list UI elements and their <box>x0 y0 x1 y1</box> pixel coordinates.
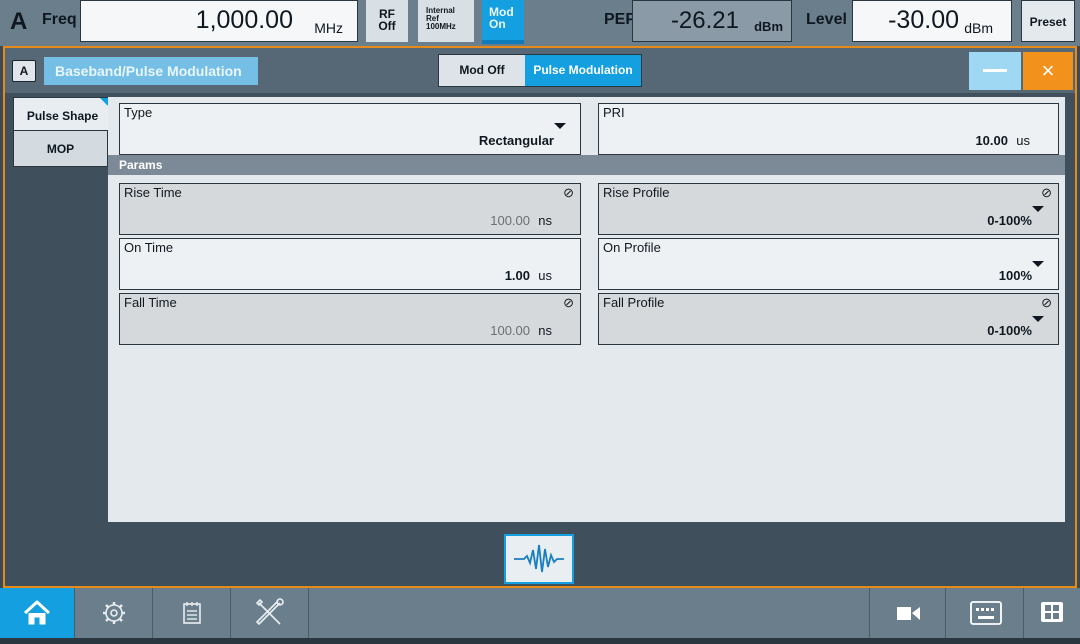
rise-profile-dropdown[interactable]: Rise Profile ⊘ 0-100% <box>598 183 1059 235</box>
modulation-state-switch[interactable]: Mod Off Pulse Modulation <box>438 54 642 87</box>
disabled-icon: ⊘ <box>563 295 574 310</box>
close-button[interactable]: × <box>1023 52 1073 90</box>
fall-time-label: Fall Time <box>124 295 177 310</box>
taskbar <box>0 588 1080 644</box>
level-field[interactable]: -30.00 dBm <box>852 0 1012 42</box>
tab-mop-label: MOP <box>46 142 75 156</box>
tab-mop[interactable]: MOP <box>13 130 108 167</box>
params-section-header: Params <box>108 155 1065 175</box>
pri-label: PRI <box>603 105 625 120</box>
pulse-modulation-option[interactable]: Pulse Modulation <box>525 55 641 86</box>
channel-label: A <box>10 8 28 35</box>
fall-profile-value: 0-100% <box>987 323 1032 338</box>
dialog-channel-badge: A <box>12 60 36 82</box>
fall-profile-label: Fall Profile <box>603 295 665 310</box>
dropdown-arrow-icon <box>554 123 566 129</box>
minimize-button[interactable] <box>969 52 1021 90</box>
on-profile-label: On Profile <box>603 240 661 255</box>
dialog-title-bar: A Baseband/Pulse Modulation Mod Off Puls… <box>5 48 1075 93</box>
type-value: Rectangular <box>478 133 554 148</box>
tools-icon <box>255 598 284 626</box>
tab-pulse-shape-label: Pulse Shape <box>26 109 99 123</box>
mod-off-option[interactable]: Mod Off <box>439 55 525 86</box>
keyboard-icon <box>970 601 1002 625</box>
level-unit: dBm <box>964 20 993 36</box>
rise-profile-label: Rise Profile <box>603 185 670 200</box>
tab-pulse-shape[interactable]: Pulse Shape <box>13 97 111 134</box>
taskbar-edge <box>0 638 1080 644</box>
type-dropdown[interactable]: Type Rectangular <box>119 103 581 155</box>
level-label: Level <box>806 11 847 28</box>
on-time-label: On Time <box>124 240 174 255</box>
pulse-graph-button[interactable] <box>504 534 574 584</box>
pri-field[interactable]: PRI 10.00 us <box>598 103 1059 155</box>
freq-field[interactable]: 1,000.00 MHz <box>80 0 358 42</box>
rf-toggle-button[interactable]: RF Off <box>366 0 408 42</box>
close-icon: × <box>1041 58 1055 83</box>
on-time-unit: us <box>538 268 552 283</box>
pep-unit: dBm <box>754 19 783 34</box>
tools-button[interactable] <box>232 588 309 638</box>
level-value: -30.00 <box>888 6 959 34</box>
video-icon <box>897 607 920 620</box>
dialog-title[interactable]: Baseband/Pulse Modulation <box>44 57 258 85</box>
freq-label: Freq <box>42 11 77 28</box>
disabled-icon: ⊘ <box>1041 295 1052 310</box>
mod-toggle-button[interactable]: Mod On <box>482 0 524 42</box>
rise-time-label: Rise Time <box>124 185 182 200</box>
keyboard-button[interactable] <box>947 588 1024 638</box>
on-profile-value: 100% <box>998 268 1032 283</box>
status-bar: A Freq 1,000.00 MHz RF Off Internal Ref … <box>0 0 1080 46</box>
mod-active-indicator <box>482 40 524 44</box>
pri-unit: us <box>1016 133 1030 148</box>
fall-profile-dropdown[interactable]: Fall Profile ⊘ 0-100% <box>598 293 1059 345</box>
freq-unit: MHz <box>314 20 343 36</box>
on-time-field[interactable]: On Time 1.00 us <box>119 238 581 290</box>
freq-value: 1,000.00 <box>195 6 293 34</box>
rf-state: Off <box>378 19 396 33</box>
disabled-icon: ⊘ <box>563 185 574 200</box>
pulse-modulation-dialog: A Baseband/Pulse Modulation Mod Off Puls… <box>3 46 1077 588</box>
pep-value: -26.21 <box>670 7 739 34</box>
fall-time-value: 100.00 <box>490 323 530 338</box>
windows-button[interactable] <box>1025 588 1080 638</box>
rise-time-value: 100.00 <box>490 213 530 228</box>
ref-line-3: 100MHz <box>426 22 456 31</box>
minimize-icon <box>983 69 1007 72</box>
pep-display: -26.21 dBm <box>632 0 792 42</box>
fall-time-unit: ns <box>538 323 552 338</box>
fall-time-field[interactable]: Fall Time ⊘ 100.00 ns <box>119 293 581 345</box>
dropdown-arrow-icon <box>1032 316 1044 322</box>
type-label: Type <box>124 105 153 120</box>
on-profile-dropdown[interactable]: On Profile 100% <box>598 238 1059 290</box>
notes-button[interactable] <box>154 588 231 638</box>
preset-button[interactable]: Preset <box>1021 0 1075 42</box>
home-button[interactable] <box>0 588 75 638</box>
windows-icon <box>1041 602 1063 622</box>
reference-button[interactable]: Internal Ref 100MHz <box>418 0 474 42</box>
rise-time-field[interactable]: Rise Time ⊘ 100.00 ns <box>119 183 581 235</box>
mod-state: On <box>489 17 506 31</box>
system-config-button[interactable] <box>76 588 153 638</box>
pri-value: 10.00 <box>975 133 1008 148</box>
pulse-waveform-icon <box>514 544 564 573</box>
rise-profile-value: 0-100% <box>987 213 1032 228</box>
rise-time-unit: ns <box>538 213 552 228</box>
screen-recording-button[interactable] <box>869 588 946 638</box>
home-icon <box>23 600 51 625</box>
pulse-shape-panel: Type Rectangular PRI 10.00 us Params Ris… <box>108 97 1065 522</box>
dropdown-arrow-icon <box>1032 261 1044 267</box>
disabled-icon: ⊘ <box>1041 185 1052 200</box>
settings-icon <box>103 602 125 624</box>
dropdown-arrow-icon <box>1032 206 1044 212</box>
on-time-value: 1.00 <box>504 268 530 283</box>
setup-icon <box>183 602 201 624</box>
